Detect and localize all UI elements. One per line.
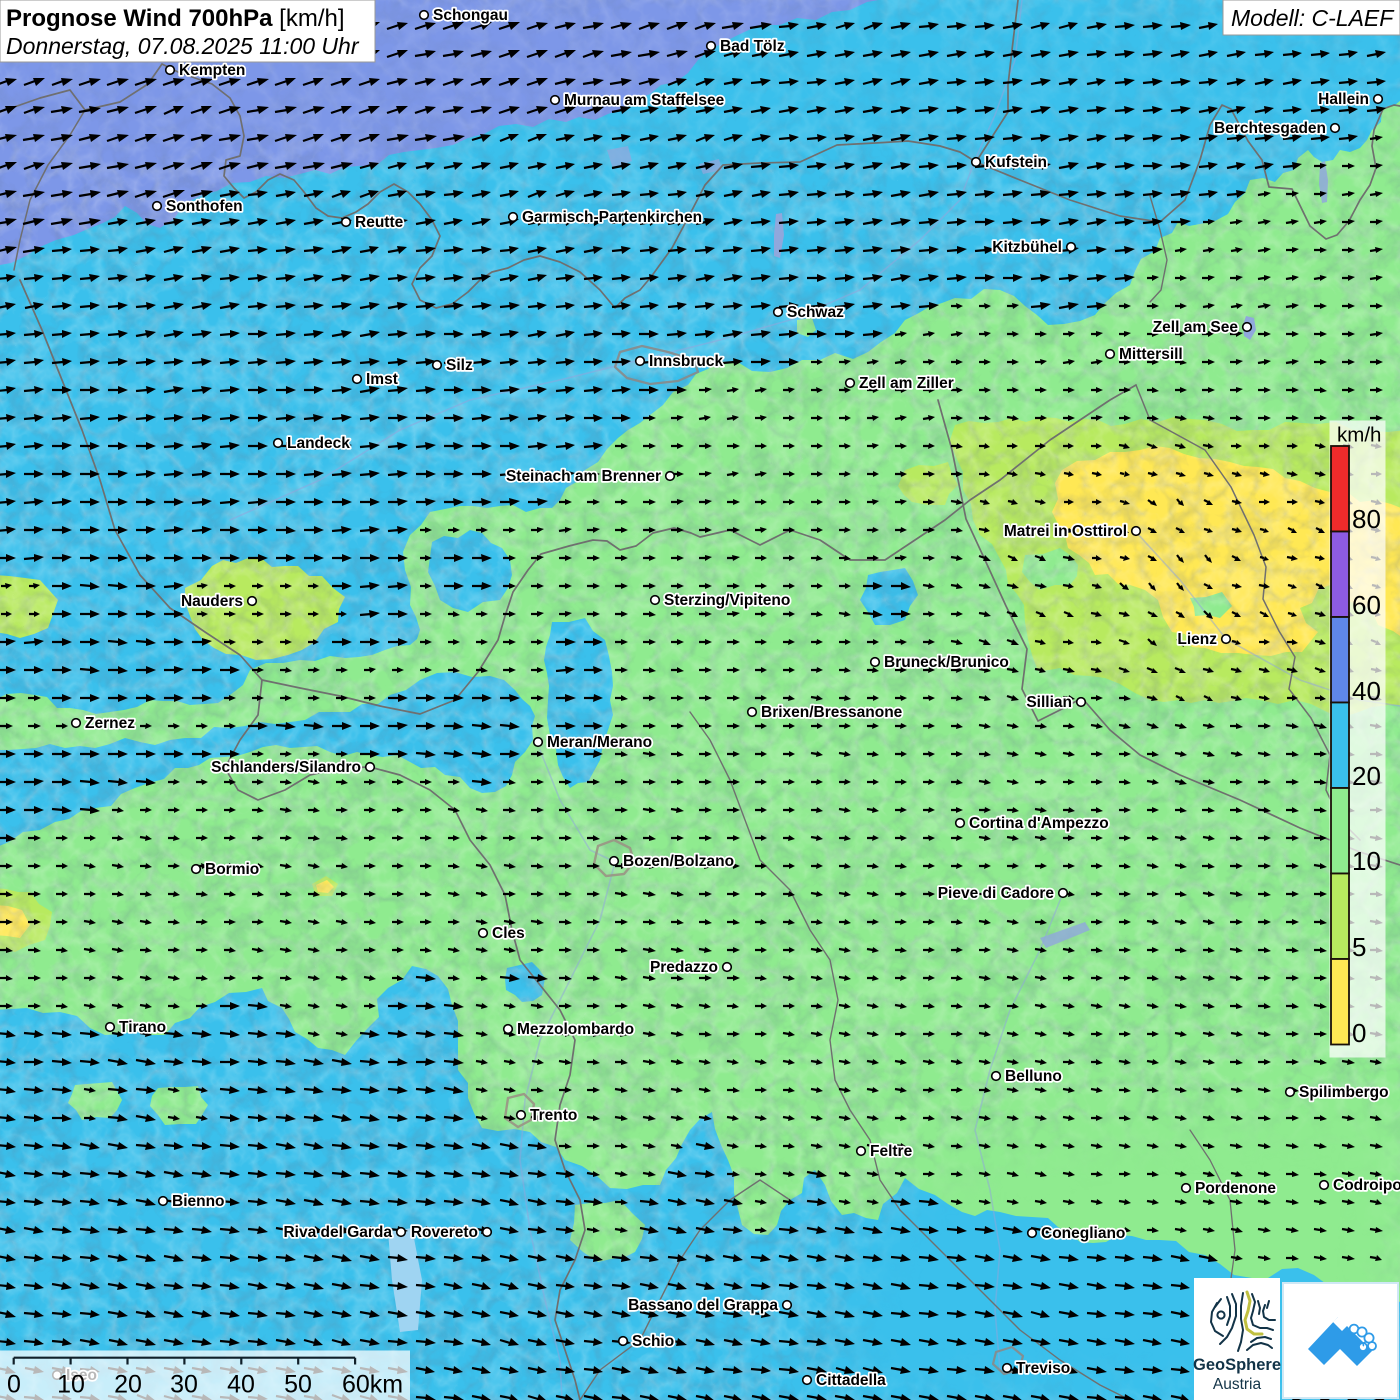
svg-text:Kufstein: Kufstein xyxy=(985,154,1047,171)
svg-text:GeoSphere: GeoSphere xyxy=(1193,1356,1281,1374)
svg-text:Zernez: Zernez xyxy=(85,715,135,732)
svg-text:Bassano del Grappa: Bassano del Grappa xyxy=(628,1297,778,1314)
svg-text:Spilimbergo: Spilimbergo xyxy=(1299,1084,1389,1101)
svg-text:Bruneck/Brunico: Bruneck/Brunico xyxy=(884,654,1009,671)
svg-text:Mezzolombardo: Mezzolombardo xyxy=(517,1021,634,1038)
svg-text:Codroipo: Codroipo xyxy=(1333,1177,1400,1194)
svg-text:Reutte: Reutte xyxy=(355,214,404,231)
svg-text:5: 5 xyxy=(1352,932,1366,962)
svg-text:Zell am See: Zell am See xyxy=(1153,319,1239,336)
svg-text:Berchtesgaden: Berchtesgaden xyxy=(1214,120,1326,137)
svg-text:Rovereto: Rovereto xyxy=(411,1224,478,1241)
svg-text:60km: 60km xyxy=(342,1371,403,1399)
svg-text:Pieve di Cadore: Pieve di Cadore xyxy=(938,885,1055,902)
svg-text:Matrei in Osttirol: Matrei in Osttirol xyxy=(1004,523,1127,540)
svg-text:Feltre: Feltre xyxy=(870,1143,913,1160)
svg-text:Lienz: Lienz xyxy=(1177,631,1217,648)
svg-text:40: 40 xyxy=(227,1371,255,1399)
svg-text:Silz: Silz xyxy=(446,357,473,374)
svg-text:Austria: Austria xyxy=(1213,1376,1262,1393)
svg-text:Schlanders/Silandro: Schlanders/Silandro xyxy=(211,759,361,776)
svg-text:Imst: Imst xyxy=(366,371,398,388)
svg-text:Modell: C-LAEF: Modell: C-LAEF xyxy=(1231,5,1395,31)
svg-text:Brixen/Bressanone: Brixen/Bressanone xyxy=(761,704,903,721)
svg-text:Sonthofen: Sonthofen xyxy=(166,198,243,215)
svg-text:Landeck: Landeck xyxy=(287,435,350,452)
svg-text:Trento: Trento xyxy=(530,1107,577,1124)
svg-text:Conegliano: Conegliano xyxy=(1041,1225,1125,1242)
svg-text:Schongau: Schongau xyxy=(433,7,508,24)
svg-text:Cortina d'Ampezzo: Cortina d'Ampezzo xyxy=(969,815,1109,832)
svg-text:Innsbruck: Innsbruck xyxy=(649,353,723,370)
svg-text:Schio: Schio xyxy=(632,1333,674,1350)
svg-text:Hallein: Hallein xyxy=(1318,91,1369,108)
svg-text:Riva del Garda: Riva del Garda xyxy=(283,1224,392,1241)
svg-text:Sterzing/Vipiteno: Sterzing/Vipiteno xyxy=(664,592,790,609)
svg-text:80: 80 xyxy=(1352,504,1381,534)
svg-text:Predazzo: Predazzo xyxy=(650,959,718,976)
svg-text:Sillian: Sillian xyxy=(1026,694,1072,711)
svg-text:60: 60 xyxy=(1352,590,1381,620)
svg-text:50: 50 xyxy=(284,1371,312,1399)
svg-text:Tirano: Tirano xyxy=(119,1019,166,1036)
svg-text:Cles: Cles xyxy=(492,925,525,942)
svg-text:0: 0 xyxy=(7,1371,21,1399)
svg-text:Mittersill: Mittersill xyxy=(1119,346,1183,363)
svg-text:Pordenone: Pordenone xyxy=(1195,1180,1276,1197)
svg-text:Kempten: Kempten xyxy=(179,62,245,79)
svg-text:Murnau am Staffelsee: Murnau am Staffelsee xyxy=(564,92,725,109)
svg-text:Belluno: Belluno xyxy=(1005,1068,1062,1085)
svg-text:10: 10 xyxy=(57,1371,85,1399)
svg-text:0: 0 xyxy=(1352,1018,1366,1048)
svg-text:20: 20 xyxy=(1352,761,1381,791)
svg-text:30: 30 xyxy=(170,1371,198,1399)
svg-text:km/h: km/h xyxy=(1337,424,1381,447)
svg-text:20: 20 xyxy=(114,1371,142,1399)
svg-text:Donnerstag, 07.08.2025 11:00 U: Donnerstag, 07.08.2025 11:00 Uhr xyxy=(6,33,360,59)
svg-text:Nauders: Nauders xyxy=(181,593,243,610)
svg-text:Treviso: Treviso xyxy=(1016,1360,1070,1377)
svg-text:40: 40 xyxy=(1352,676,1381,706)
svg-text:Zell am Ziller: Zell am Ziller xyxy=(859,375,954,392)
svg-text:Bad Tölz: Bad Tölz xyxy=(720,38,785,55)
svg-text:Garmisch-Partenkirchen: Garmisch-Partenkirchen xyxy=(522,209,702,226)
svg-text:Cittadella: Cittadella xyxy=(816,1372,886,1389)
svg-text:Schwaz: Schwaz xyxy=(787,304,844,321)
svg-text:10: 10 xyxy=(1352,846,1381,876)
svg-text:Meran/Merano: Meran/Merano xyxy=(547,734,652,751)
svg-text:Kitzbühel: Kitzbühel xyxy=(992,239,1062,256)
svg-text:Bozen/Bolzano: Bozen/Bolzano xyxy=(623,853,734,870)
svg-text:Bormio: Bormio xyxy=(205,861,259,878)
svg-text:Bienno: Bienno xyxy=(172,1193,225,1210)
svg-text:Prognose Wind 700hPa [km/h]: Prognose Wind 700hPa [km/h] xyxy=(6,5,345,32)
svg-text:Steinach am Brenner: Steinach am Brenner xyxy=(506,468,661,485)
